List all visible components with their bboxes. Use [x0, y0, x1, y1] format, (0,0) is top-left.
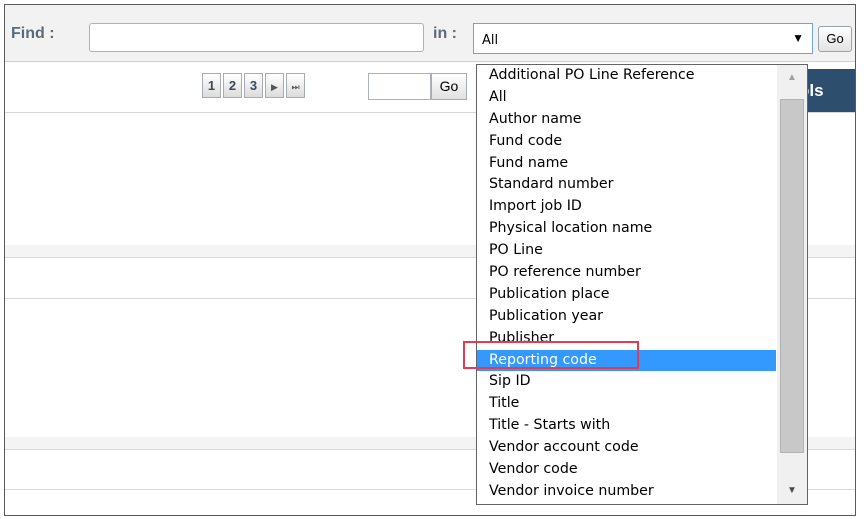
select-value: All	[482, 33, 499, 48]
search-field-select[interactable]: All ▼	[473, 23, 813, 54]
app-frame: Find : in : All ▼ Go 1 2 3 ▶ ⏭ Go ols Ad…	[4, 4, 856, 516]
dropdown-option[interactable]: PO Line	[477, 240, 776, 262]
page-number-input[interactable]	[368, 73, 431, 100]
scroll-down-icon[interactable]: ▼	[777, 478, 807, 504]
page-2-button[interactable]: 2	[223, 73, 242, 98]
dropdown-option[interactable]: Author name	[477, 109, 776, 131]
in-label: in :	[433, 25, 457, 42]
find-input[interactable]	[89, 23, 424, 52]
scroll-up-icon[interactable]: ▲	[777, 65, 807, 91]
find-label: Find :	[11, 25, 55, 42]
dropdown-option[interactable]: Title	[477, 393, 776, 415]
scroll-thumb[interactable]	[780, 99, 804, 453]
dropdown-option[interactable]: Sip ID	[477, 371, 776, 393]
dropdown-option[interactable]: Vendor account code	[477, 437, 776, 459]
dropdown-option[interactable]: Physical location name	[477, 218, 776, 240]
find-bar: Find : in : All ▼ Go	[5, 5, 855, 62]
dropdown-option[interactable]: Import job ID	[477, 196, 776, 218]
search-field-dropdown-list[interactable]: Additional PO Line Reference All Author na…	[476, 64, 808, 505]
page-go-button[interactable]: Go	[431, 73, 467, 100]
next-page-button[interactable]: ▶	[265, 73, 284, 98]
page-3-button[interactable]: 3	[244, 73, 263, 98]
dropdown-option[interactable]: Vendor code	[477, 459, 776, 481]
last-page-icon: ⏭	[291, 82, 300, 92]
dropdown-options: Additional PO Line Reference All Author na…	[477, 65, 776, 503]
dropdown-option[interactable]: Standard number	[477, 174, 776, 196]
dropdown-option[interactable]: Publication place	[477, 284, 776, 306]
find-go-button[interactable]: Go	[818, 26, 852, 52]
dropdown-option[interactable]: All	[477, 87, 776, 109]
highlight-annotation	[463, 341, 639, 369]
dropdown-option[interactable]: Vendor invoice number	[477, 481, 776, 503]
page-1-button[interactable]: 1	[202, 73, 221, 98]
last-page-button[interactable]: ⏭	[286, 73, 305, 98]
next-page-icon: ▶	[271, 82, 278, 92]
dropdown-option[interactable]: Fund name	[477, 153, 776, 175]
dropdown-option[interactable]: Fund code	[477, 131, 776, 153]
dropdown-option[interactable]: Publication year	[477, 306, 776, 328]
dropdown-option[interactable]: Title - Starts with	[477, 415, 776, 437]
dropdown-option[interactable]: Additional PO Line Reference	[477, 65, 776, 87]
dropdown-arrow-icon[interactable]: ▼	[792, 31, 804, 45]
dropdown-scrollbar[interactable]: ▲ ▼	[777, 65, 807, 504]
dropdown-option[interactable]: PO reference number	[477, 262, 776, 284]
